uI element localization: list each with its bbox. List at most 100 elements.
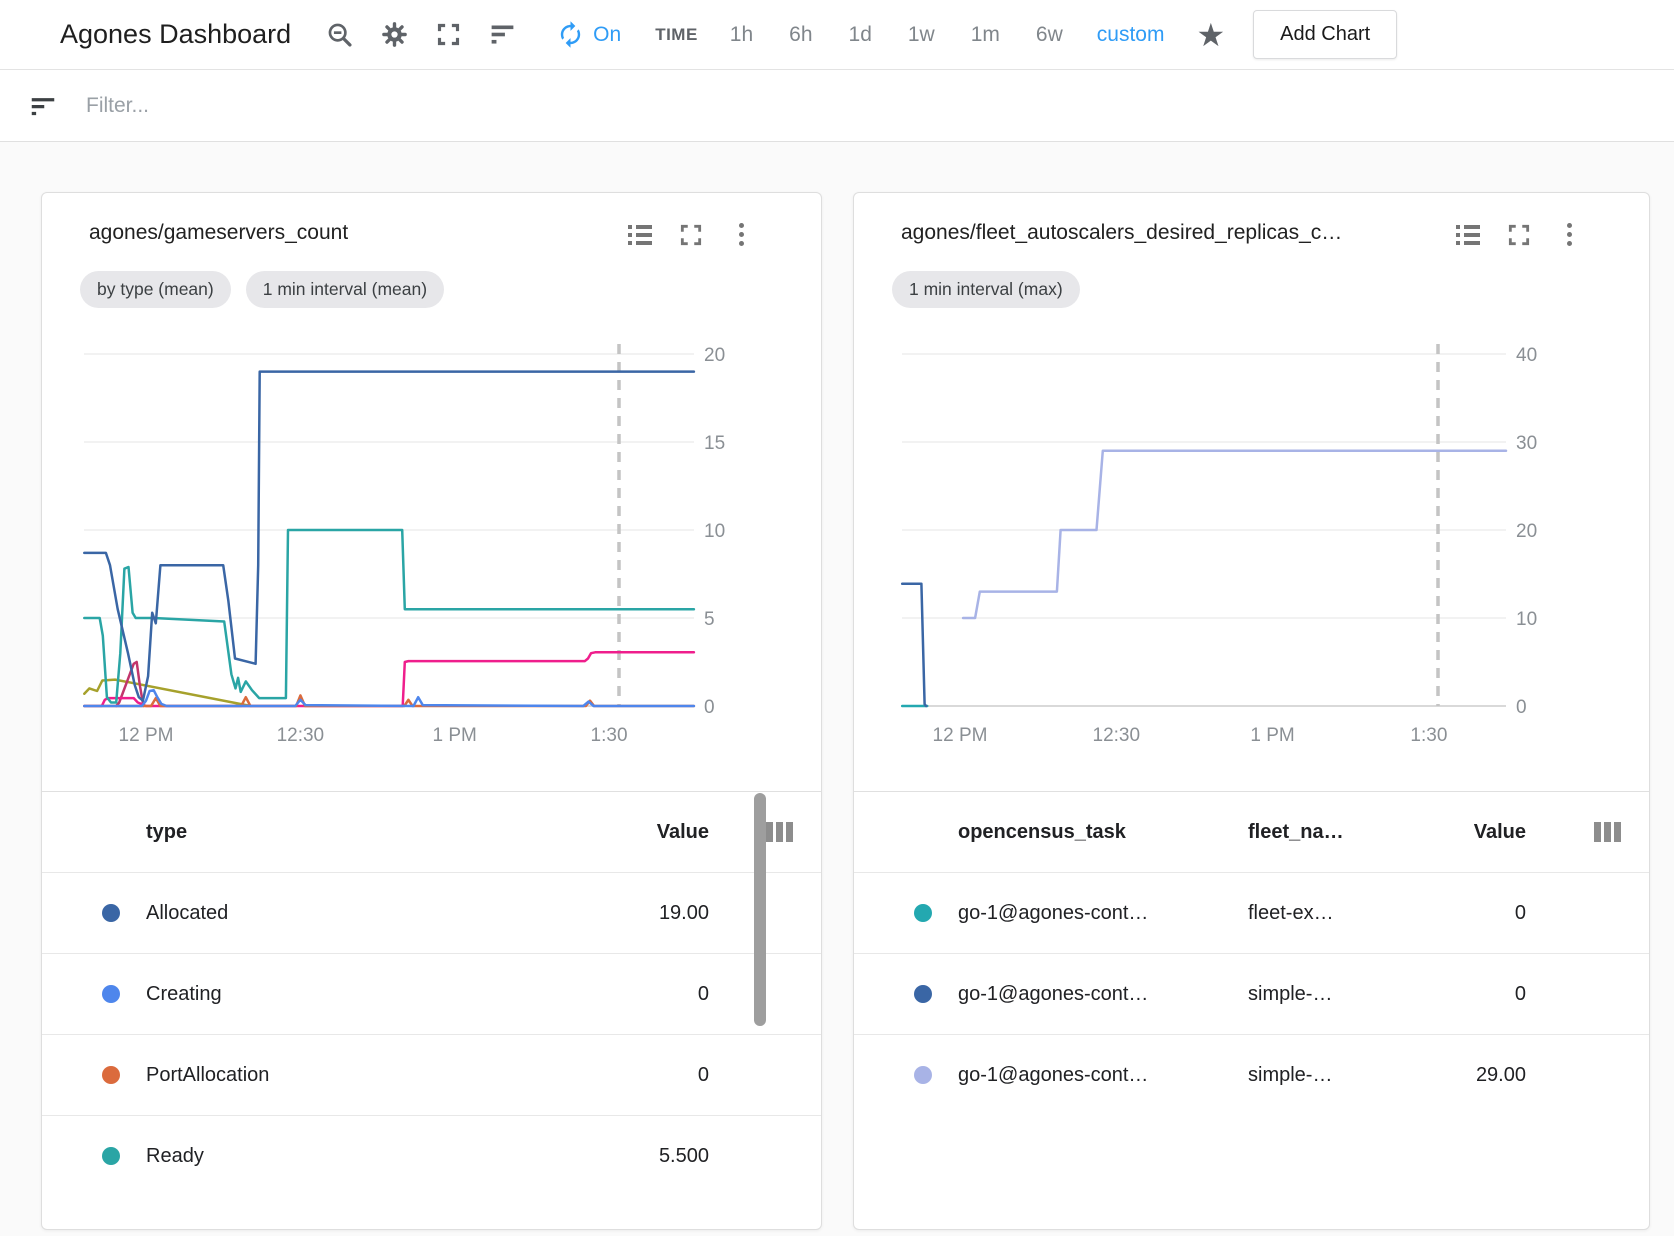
aggregation-chip[interactable]: 1 min interval (max) <box>892 271 1080 308</box>
legend-cell: PortAllocation <box>146 1064 559 1087</box>
legend-column-header: opencensus_task <box>958 821 1248 844</box>
refresh-icon <box>555 20 585 50</box>
y-axis-tick-label: 5 <box>704 609 715 630</box>
add-chart-button[interactable]: Add Chart <box>1253 10 1397 59</box>
legend-list-icon[interactable] <box>626 221 653 248</box>
legend-header-row: opencensus_taskfleet_na…Value <box>854 791 1649 873</box>
series-color-dot <box>102 1066 120 1084</box>
timeseries-chart[interactable]: 0510152012 PM12:301 PM1:30 <box>42 336 823 756</box>
legend-row[interactable]: go-1@agones-cont…simple-…29.00 <box>854 1035 1649 1115</box>
legend-header-row: typeValue <box>42 791 821 873</box>
fullscreen-icon[interactable] <box>433 20 463 50</box>
refresh-state-label: On <box>593 23 621 47</box>
timeseries-chart[interactable]: 01020304012 PM12:301 PM1:30 <box>854 336 1651 756</box>
legend-table: opencensus_taskfleet_na…Valuego-1@agones… <box>854 791 1649 1115</box>
y-axis-tick-label: 0 <box>1516 697 1527 718</box>
y-axis-tick-label: 10 <box>1516 609 1537 630</box>
time-range-6w[interactable]: 6w <box>1036 23 1063 47</box>
legend-cell: fleet-ex… <box>1248 902 1356 925</box>
legend-value: 29.00 <box>1356 1064 1526 1087</box>
legend-value: 0 <box>1356 983 1526 1006</box>
x-axis-tick-label: 12:30 <box>277 725 325 746</box>
series-color-dot <box>102 1147 120 1165</box>
series-color-dot <box>914 904 932 922</box>
page-title: Agones Dashboard <box>60 19 291 50</box>
y-axis-tick-label: 20 <box>1516 521 1537 542</box>
legend-value: 0 <box>559 983 709 1006</box>
legend-table: typeValueAllocated19.00Creating0PortAllo… <box>42 791 821 1196</box>
legend-row[interactable]: go-1@agones-cont…simple-…0 <box>854 954 1649 1035</box>
time-range-group: 1h 6h 1d 1w 1m 6w <box>730 23 1063 47</box>
time-range-custom[interactable]: custom <box>1097 23 1165 47</box>
legend-scrollbar[interactable] <box>754 793 766 1026</box>
time-range-1d[interactable]: 1d <box>849 23 872 47</box>
y-axis-tick-label: 15 <box>704 433 725 454</box>
more-options-kebab-icon[interactable] <box>728 221 755 248</box>
series-line-unlabeled-magenta <box>84 652 694 706</box>
time-range-1m[interactable]: 1m <box>971 23 1000 47</box>
legend-cell: Creating <box>146 983 559 1006</box>
y-axis-tick-label: 40 <box>1516 345 1537 366</box>
x-axis-tick-label: 12 PM <box>933 725 988 746</box>
time-label: TIME <box>655 25 698 45</box>
gear-icon[interactable] <box>379 20 409 50</box>
aggregation-chip[interactable]: 1 min interval (mean) <box>246 271 444 308</box>
expand-chart-icon[interactable] <box>677 221 704 248</box>
columns-icon[interactable] <box>1526 822 1621 842</box>
legend-column-header: fleet_na… <box>1248 821 1356 844</box>
series-color-dot <box>102 904 120 922</box>
x-axis-tick-label: 1:30 <box>591 725 628 746</box>
chart-card-gameservers-count: agones/gameservers_count by type (mean) 1… <box>41 192 822 1230</box>
series-line-Ready <box>84 530 694 703</box>
top-app-bar: Agones Dashboard <box>0 0 1674 70</box>
series-line-unlabeled-crimson <box>116 662 143 706</box>
dashboard-filter-bar <box>0 70 1674 142</box>
series-color-dot <box>914 985 932 1003</box>
chart-title: agones/gameservers_count <box>89 221 348 245</box>
filter-sort-icon[interactable] <box>487 20 517 50</box>
legend-cell: simple-… <box>1248 1064 1356 1087</box>
columns-icon[interactable] <box>709 822 793 842</box>
series-line-simple-light <box>963 451 1506 618</box>
filter-input[interactable] <box>84 93 688 119</box>
aggregation-chip[interactable]: by type (mean) <box>80 271 231 308</box>
time-range-1w[interactable]: 1w <box>908 23 935 47</box>
star-favorite-icon[interactable]: ★ <box>1196 20 1225 50</box>
chart-title: agones/fleet_autoscalers_desired_replica… <box>901 221 1342 245</box>
x-axis-tick-label: 1:30 <box>1410 725 1447 746</box>
y-axis-tick-label: 10 <box>704 521 725 542</box>
y-axis-tick-label: 0 <box>704 697 715 718</box>
legend-row[interactable]: Ready5.500 <box>42 1116 821 1196</box>
expand-chart-icon[interactable] <box>1505 221 1532 248</box>
chart-axes: 01020304012 PM12:301 PM1:30 <box>902 345 1537 746</box>
aggregation-chips: 1 min interval (max) <box>892 271 1080 308</box>
legend-cell: Allocated <box>146 902 559 925</box>
legend-row[interactable]: go-1@agones-cont…fleet-ex…0 <box>854 873 1649 954</box>
x-axis-tick-label: 12:30 <box>1093 725 1141 746</box>
more-options-kebab-icon[interactable] <box>1556 221 1583 248</box>
legend-cell: go-1@agones-cont… <box>958 1064 1248 1087</box>
legend-column-header: type <box>146 821 559 844</box>
legend-row[interactable]: PortAllocation0 <box>42 1035 821 1116</box>
legend-list-icon[interactable] <box>1454 221 1481 248</box>
legend-value-header: Value <box>559 821 709 844</box>
legend-cell: simple-… <box>1248 983 1356 1006</box>
aggregation-chips: by type (mean) 1 min interval (mean) <box>80 271 444 308</box>
legend-value: 19.00 <box>559 902 709 925</box>
x-axis-tick-label: 12 PM <box>119 725 174 746</box>
series-line-simple-dark <box>902 584 926 706</box>
legend-row[interactable]: Allocated19.00 <box>42 873 821 954</box>
time-range-1h[interactable]: 1h <box>730 23 753 47</box>
series-line-PortAllocation <box>84 695 694 706</box>
series-color-dot <box>102 985 120 1003</box>
legend-cell: go-1@agones-cont… <box>958 902 1248 925</box>
legend-cell: go-1@agones-cont… <box>958 983 1248 1006</box>
x-axis-tick-label: 1 PM <box>433 725 477 746</box>
legend-row[interactable]: Creating0 <box>42 954 821 1035</box>
time-range-6h[interactable]: 6h <box>789 23 812 47</box>
legend-value: 0 <box>559 1064 709 1087</box>
legend-value: 0 <box>1356 902 1526 925</box>
zoom-out-search-icon[interactable] <box>325 20 355 50</box>
filter-list-icon <box>28 91 58 121</box>
auto-refresh-toggle[interactable]: On <box>555 20 621 50</box>
